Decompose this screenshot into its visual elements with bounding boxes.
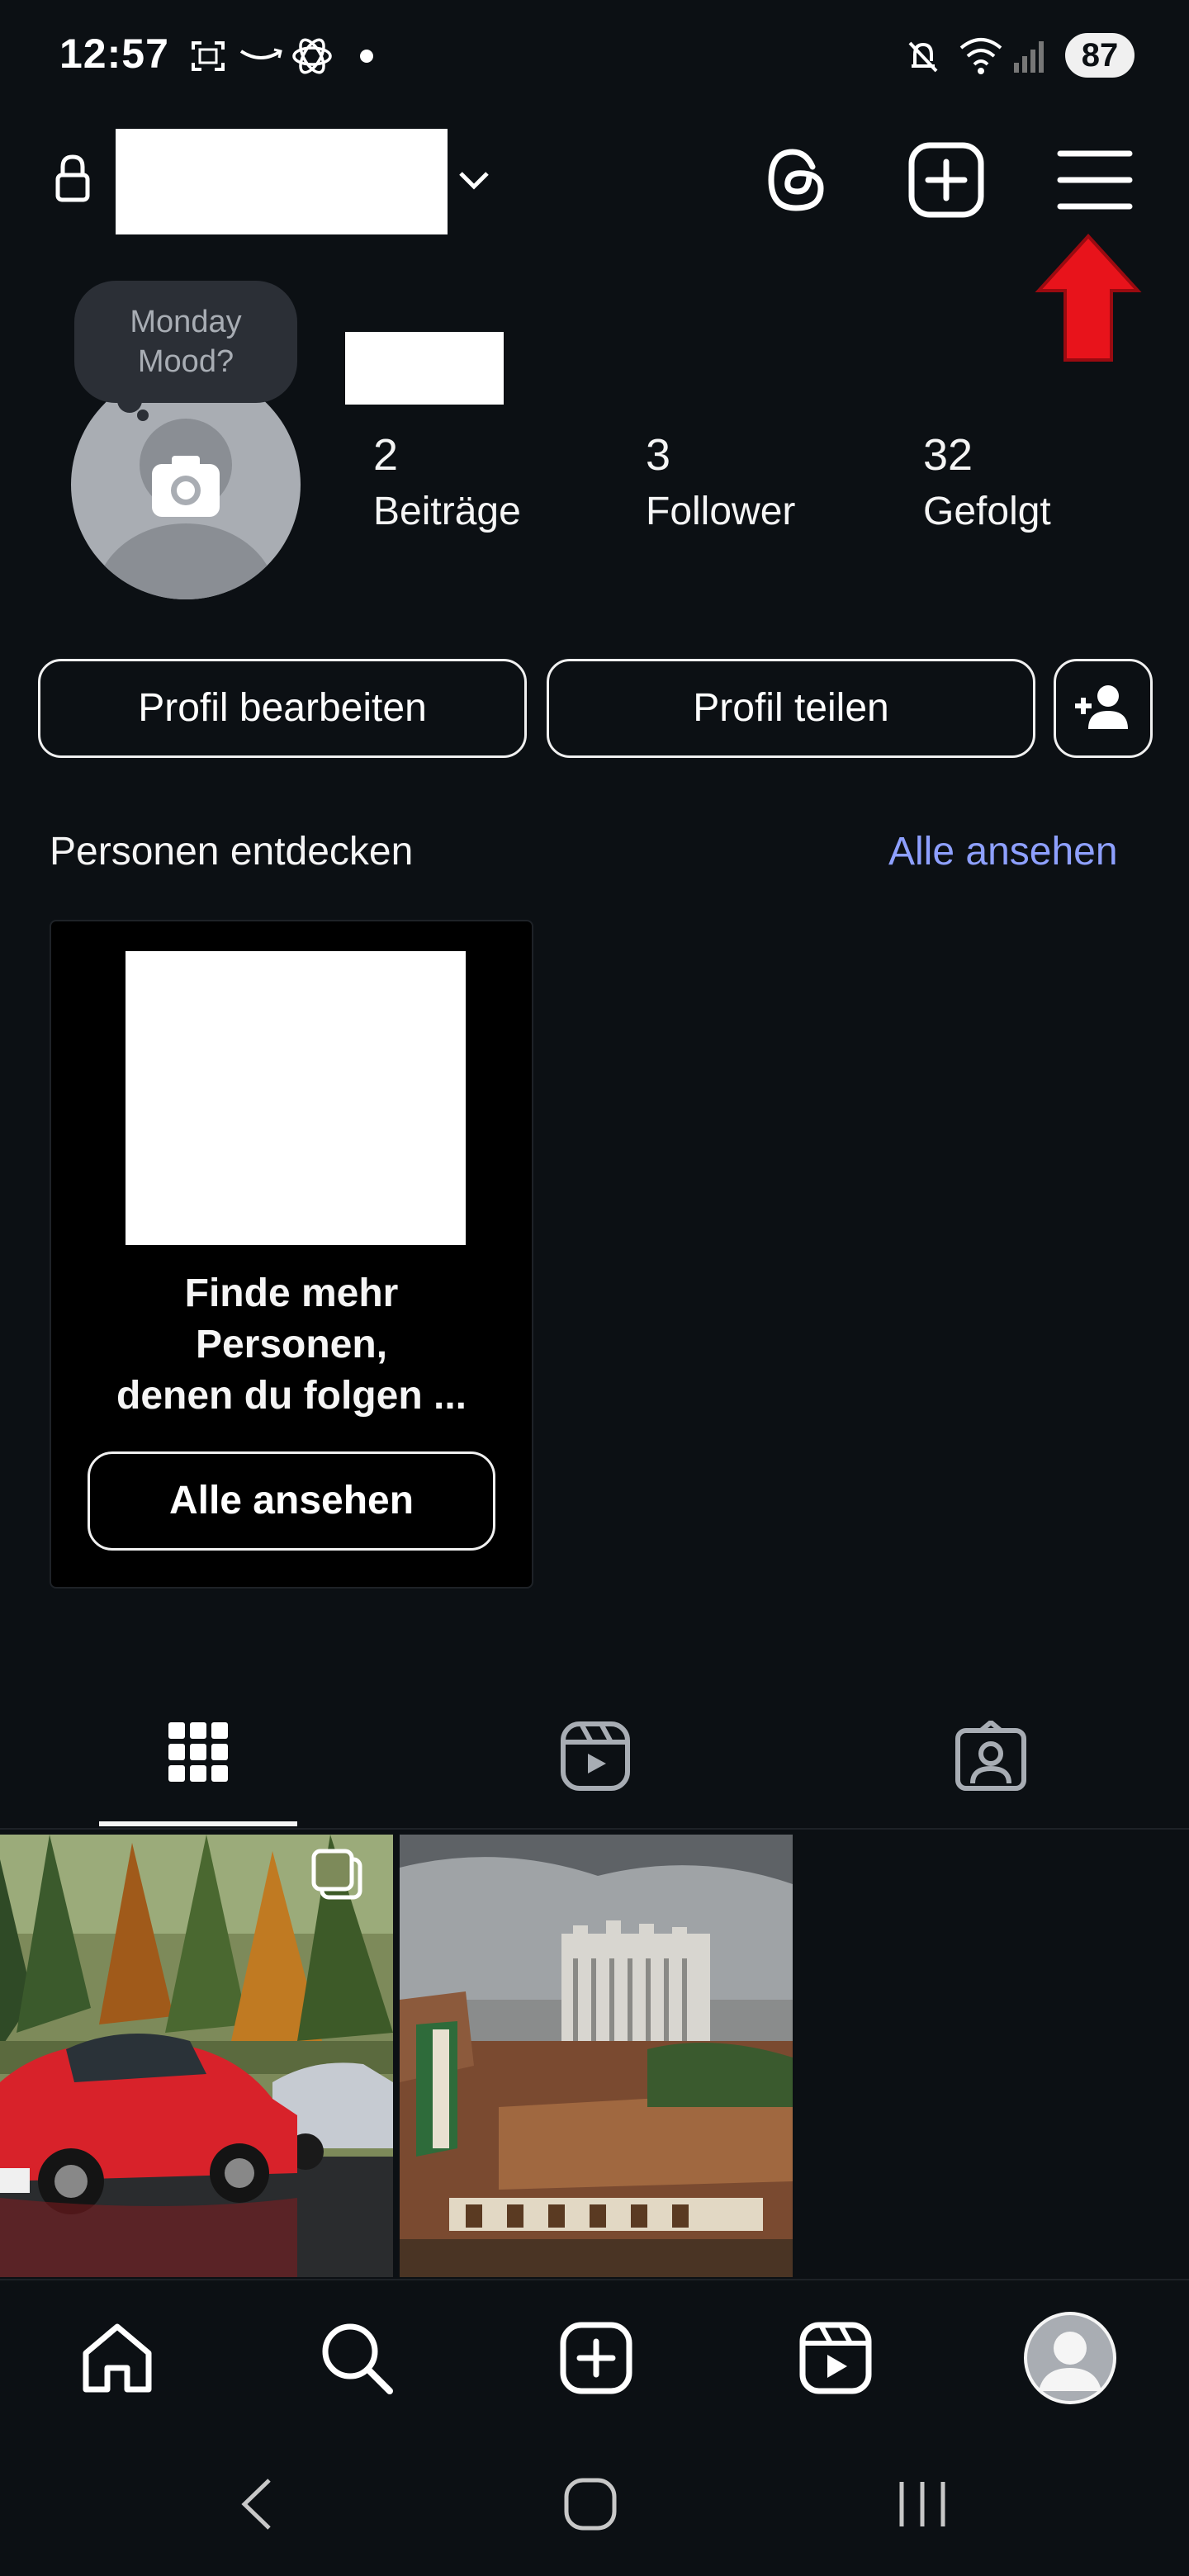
suggestion-text-line2: Personen, <box>195 1323 388 1366</box>
wifi-icon <box>959 38 1002 74</box>
search-icon[interactable] <box>319 2320 395 2396</box>
menu-icon[interactable] <box>1054 139 1136 221</box>
stat-followers-label: Follower <box>646 490 796 533</box>
grid-icon[interactable] <box>167 1721 230 1783</box>
signal-icon <box>1014 41 1044 73</box>
post-thumbnail-car[interactable] <box>0 1835 393 2277</box>
discover-title: Personen entdecken <box>50 830 414 874</box>
tab-divider <box>0 1828 1189 1830</box>
lock-icon <box>55 154 90 202</box>
note-bubble[interactable]: Monday Mood? <box>74 281 297 403</box>
tagged-icon[interactable] <box>955 1721 1027 1792</box>
back-icon[interactable] <box>236 2475 277 2533</box>
amazon-icon <box>239 48 282 59</box>
home-icon[interactable] <box>79 2320 155 2396</box>
chevron-down-icon[interactable] <box>456 163 492 197</box>
note-bubble-tail-small <box>137 410 149 421</box>
add-person-icon <box>1075 685 1128 729</box>
mute-icon <box>908 41 938 73</box>
screenshot-icon <box>192 41 225 71</box>
profile-avatar-icon <box>1027 2315 1113 2401</box>
stat-following-label: Gefolgt <box>923 490 1051 533</box>
red-arrow-icon <box>1035 234 1142 362</box>
suggestion-text-line1: Finde mehr <box>184 1271 399 1315</box>
suggestion-see-all-button[interactable]: Alle ansehen <box>88 1451 495 1551</box>
suggestion-image-redacted <box>126 951 466 1245</box>
reels-icon[interactable] <box>798 2320 874 2396</box>
display-name-redacted <box>345 332 504 405</box>
openai-icon <box>292 38 332 74</box>
avatar-placeholder-icon <box>95 419 277 599</box>
username-redacted[interactable] <box>116 129 448 234</box>
discover-people-button[interactable] <box>1054 659 1153 758</box>
threads-icon[interactable] <box>755 139 837 221</box>
stat-following[interactable]: 32 Gefolgt <box>923 429 1051 534</box>
profile-icon[interactable] <box>1024 2312 1116 2404</box>
bottom-nav <box>0 2279 1189 2434</box>
stat-posts-value: 2 <box>373 430 399 480</box>
stat-followers[interactable]: 3 Follower <box>646 429 795 534</box>
home-system-icon[interactable] <box>561 2475 619 2533</box>
battery-level: 87 <box>1065 33 1135 78</box>
stat-followers-value: 3 <box>646 430 671 480</box>
note-text-line2: Mood? <box>137 344 234 379</box>
post-image-building <box>400 1835 793 2277</box>
active-tab-indicator <box>99 1821 297 1826</box>
recents-icon[interactable] <box>893 2475 951 2533</box>
stat-following-value: 32 <box>923 430 973 480</box>
post-image-car <box>0 1835 393 2277</box>
share-profile-button[interactable]: Profil teilen <box>547 659 1035 758</box>
reels-tab-icon[interactable] <box>560 1721 631 1792</box>
edit-profile-button[interactable]: Profil bearbeiten <box>38 659 527 758</box>
see-all-link[interactable]: Alle ansehen <box>888 829 1118 874</box>
stat-posts-label: Beiträge <box>373 490 521 533</box>
avatar[interactable] <box>71 370 301 599</box>
note-text-line1: Monday <box>130 305 242 339</box>
suggestion-text-line3: denen du folgen ... <box>116 1374 467 1418</box>
suggestion-text: Finde mehr Personen, denen du folgen ... <box>50 1268 533 1422</box>
system-nav <box>0 2434 1189 2576</box>
create-icon[interactable] <box>558 2320 634 2396</box>
status-time: 12:57 <box>59 31 169 77</box>
add-post-icon[interactable] <box>905 139 988 221</box>
status-bar: 12:57 87 <box>0 0 1189 116</box>
dot-icon <box>360 50 373 63</box>
post-thumbnail-building[interactable] <box>400 1835 793 2277</box>
stat-posts[interactable]: 2 Beiträge <box>373 429 521 534</box>
